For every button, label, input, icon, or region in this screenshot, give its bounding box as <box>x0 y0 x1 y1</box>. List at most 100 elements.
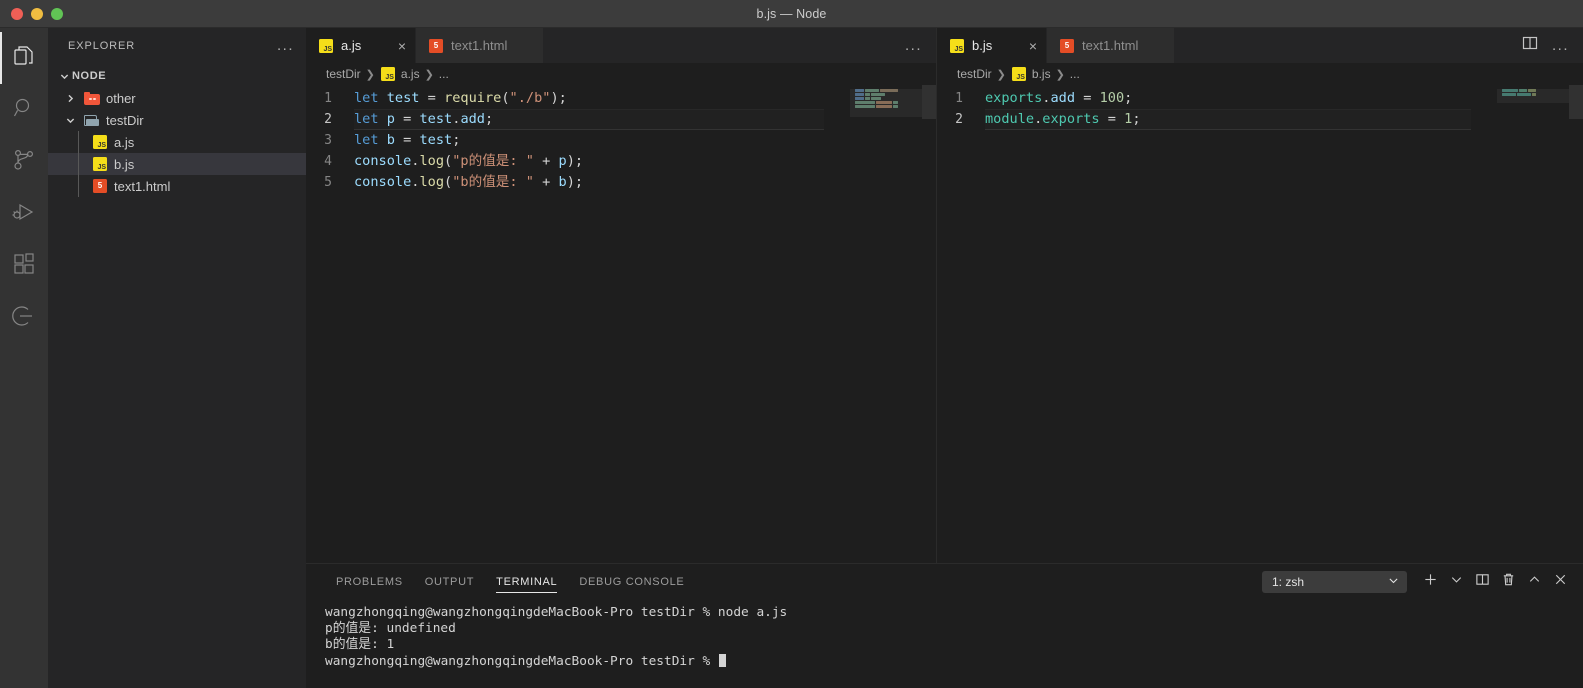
tree-item-other[interactable]: other <box>48 87 306 109</box>
window-title: b.js — Node <box>756 6 827 21</box>
editor-more-actions-icon[interactable]: ... <box>1552 38 1569 53</box>
tab-close-icon[interactable]: × <box>1017 39 1037 53</box>
breadcrumb-item-label: a.js <box>400 67 420 81</box>
minimap-right[interactable] <box>1497 85 1569 563</box>
close-panel-button[interactable] <box>1547 570 1573 594</box>
line-number: 2 <box>324 112 332 127</box>
editor-scrollbar-right[interactable] <box>1569 85 1583 563</box>
minimap-slider[interactable] <box>850 89 922 117</box>
activity-item-extensions[interactable] <box>0 240 48 292</box>
terminal-cursor <box>718 653 726 667</box>
line-number: 3 <box>324 133 332 148</box>
traffic-lights <box>0 7 63 20</box>
panel-header: PROBLEMS OUTPUT TERMINAL DEBUG CONSOLE 1… <box>306 564 1583 599</box>
new-terminal-button[interactable] <box>1417 570 1443 594</box>
breadcrumb-separator-icon: ❯ <box>996 68 1006 81</box>
breadcrumb-item-symbols[interactable]: ... <box>1070 67 1080 81</box>
js-file-icon: JS <box>92 134 108 150</box>
tab-terminal[interactable]: TERMINAL <box>485 564 568 599</box>
sidebar-explorer: EXPLORER ... NODE other testDir JS a.js … <box>48 28 306 688</box>
tabs-left: JS a.js × 5 text1.html × <box>306 28 545 63</box>
activity-item-source-control[interactable] <box>0 136 48 188</box>
code-line: 5 console.log("b的值是: " + b); <box>306 172 850 193</box>
tab-bar-filler-left: ... <box>544 28 936 63</box>
chevron-down-icon <box>62 116 78 125</box>
activity-item-remote-explorer[interactable] <box>0 292 48 344</box>
explorer-more-actions-icon[interactable]: ... <box>277 38 294 53</box>
js-file-icon: JS <box>380 66 396 82</box>
terminal-selector-value: 1: zsh <box>1272 574 1305 589</box>
tab-b-js[interactable]: JS b.js × <box>937 28 1047 63</box>
editor-scrollbar-left[interactable] <box>922 85 936 563</box>
tab-a-js[interactable]: JS a.js × <box>306 28 416 63</box>
tab-text1-html[interactable]: 5 text1.html × <box>416 28 545 63</box>
terminal-selector-dropdown[interactable]: 1: zsh <box>1262 570 1407 593</box>
editor-area: JS a.js × 5 text1.html × <box>306 28 1583 688</box>
editor-more-actions-icon[interactable]: ... <box>905 38 922 53</box>
minimap-slider[interactable] <box>1497 89 1569 103</box>
close-window-button[interactable] <box>11 7 23 20</box>
tab-output[interactable]: OUTPUT <box>414 564 485 599</box>
tab-text1-html[interactable]: 5 text1.html × <box>1047 28 1176 63</box>
terminal-options-button[interactable] <box>1443 570 1469 594</box>
activity-item-search[interactable] <box>0 84 48 136</box>
bottom-panel: PROBLEMS OUTPUT TERMINAL DEBUG CONSOLE 1… <box>306 563 1583 688</box>
code-area-left[interactable]: 1 let test = require("./b"); 2 let p = t… <box>306 85 936 563</box>
editor-group-right: JS b.js × 5 text1.html × <box>937 28 1583 563</box>
code-line: 3 let b = test; <box>306 130 850 151</box>
kill-terminal-button[interactable] <box>1495 570 1521 594</box>
folder-node-icon <box>84 90 100 106</box>
breadcrumb-item-label: b.js <box>1031 67 1051 81</box>
split-terminal-button[interactable] <box>1469 570 1495 594</box>
split-editor-icon[interactable] <box>1522 35 1538 56</box>
tab-label: text1.html <box>451 38 508 53</box>
terminal-output[interactable]: wangzhongqing@wangzhongqingdeMacBook-Pro… <box>306 599 1583 688</box>
tree-item-a-js[interactable]: JS a.js <box>48 131 306 153</box>
minimap-left[interactable] <box>850 85 922 563</box>
line-content: let b = test; <box>354 132 461 148</box>
tree-item-testdir[interactable]: testDir <box>48 109 306 131</box>
minimize-window-button[interactable] <box>31 7 43 20</box>
breadcrumb-item-symbols[interactable]: ... <box>439 67 449 81</box>
tab-close-icon[interactable]: × <box>386 39 406 53</box>
explorer-header: EXPLORER ... <box>48 28 306 63</box>
tab-debug-console[interactable]: DEBUG CONSOLE <box>568 564 695 599</box>
activity-item-explorer[interactable] <box>0 32 48 84</box>
code-lines-right[interactable]: 1 exports.add = 100; 2 module.exports = … <box>937 85 1497 563</box>
title-bar: b.js — Node <box>0 0 1583 28</box>
tree-item-text1-html[interactable]: 5 text1.html <box>48 175 306 197</box>
code-lines-left[interactable]: 1 let test = require("./b"); 2 let p = t… <box>306 85 850 563</box>
chevron-right-icon <box>62 94 78 103</box>
tab-problems[interactable]: PROBLEMS <box>325 564 414 599</box>
tree-item-label: a.js <box>114 134 135 150</box>
tree-item-b-js[interactable]: JS b.js <box>48 153 306 175</box>
chevron-up-icon <box>1527 572 1542 592</box>
breadcrumb-separator-icon: ❯ <box>424 68 434 81</box>
line-number: 2 <box>955 112 963 127</box>
breadcrumb-item-b-js[interactable]: JS b.js <box>1011 66 1051 82</box>
panel-tabs: PROBLEMS OUTPUT TERMINAL DEBUG CONSOLE <box>325 564 695 599</box>
indent-guide <box>78 153 79 175</box>
search-icon <box>12 96 36 125</box>
html-file-icon: 5 <box>92 178 108 194</box>
indent-guide <box>78 175 79 197</box>
code-area-right[interactable]: 1 exports.add = 100; 2 module.exports = … <box>937 85 1583 563</box>
activity-bar <box>0 28 48 688</box>
split-icon <box>1475 572 1490 592</box>
breadcrumb-item-testdir[interactable]: testDir <box>326 67 361 81</box>
scrollbar-thumb[interactable] <box>1569 85 1583 119</box>
workbench-body: EXPLORER ... NODE other testDir JS a.js … <box>0 28 1583 688</box>
maximize-window-button[interactable] <box>51 7 63 20</box>
source-control-icon <box>12 148 36 177</box>
line-content: module.exports = 1; <box>985 111 1141 127</box>
tree-root-node[interactable]: NODE <box>48 65 306 87</box>
breadcrumb-item-a-js[interactable]: JS a.js <box>380 66 420 82</box>
line-content: exports.add = 100; <box>985 90 1133 106</box>
maximize-panel-button[interactable] <box>1521 570 1547 594</box>
scrollbar-thumb[interactable] <box>922 85 936 119</box>
line-number: 1 <box>955 91 963 106</box>
line-content: let p = test.add; <box>354 111 494 127</box>
breadcrumb-item-testdir[interactable]: testDir <box>957 67 992 81</box>
code-line: 1 let test = require("./b"); <box>306 88 850 109</box>
activity-item-run-and-debug[interactable] <box>0 188 48 240</box>
